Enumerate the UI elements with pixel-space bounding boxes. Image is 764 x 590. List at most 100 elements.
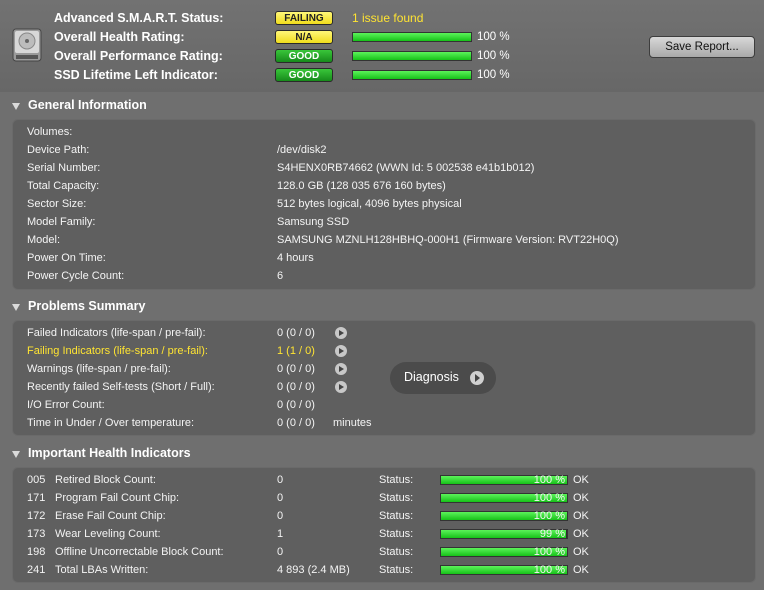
disclosure-triangle-icon[interactable] [12, 304, 20, 311]
indicator-row: 171 Program Fail Count Chip: 0 Status: 1… [27, 489, 747, 507]
problem-value: 0 (0 / 0) [277, 399, 315, 411]
problem-value: 0 (0 / 0) [277, 363, 315, 375]
ssd-lifetime-row: SSD Lifetime Left Indicator: GOOD 100 % [54, 67, 534, 83]
info-label: Power Cycle Count: [27, 270, 125, 282]
save-report-button[interactable]: Save Report... [649, 36, 755, 58]
problems-summary-header[interactable]: Problems Summary [0, 296, 764, 318]
health-rating-badge: N/A [275, 30, 333, 44]
info-label: Sector Size: [27, 198, 87, 210]
indicator-value: 0 [277, 546, 284, 558]
indicator-state: OK [573, 564, 589, 576]
disclosure-triangle-icon[interactable] [12, 451, 20, 458]
problem-value: 0 (0 / 0) [277, 417, 315, 429]
problem-label: Failing Indicators (life-span / pre-fail… [27, 345, 208, 357]
indicator-name: Retired Block Count: [55, 474, 156, 486]
status-label: Status: [379, 510, 414, 522]
problem-row-warnings: Warnings (life-span / pre-fail): 0 (0 / … [27, 360, 627, 378]
info-value: 512 bytes logical, 4096 bytes physical [277, 198, 462, 210]
issue-count-text: 1 issue found [352, 11, 424, 25]
smart-status-row: Advanced S.M.A.R.T. Status: FAILING 1 is… [54, 10, 534, 26]
performance-rating-percent: 100 % [477, 50, 510, 62]
info-label: Volumes: [27, 126, 73, 138]
info-value: SAMSUNG MZNLH128HBHQ-000H1 (Firmware Ver… [277, 234, 619, 246]
health-indicators-header[interactable]: Important Health Indicators [0, 443, 764, 465]
ssd-lifetime-badge: GOOD [275, 68, 333, 82]
problem-label: I/O Error Count: [27, 399, 105, 411]
indicator-id: 241 [27, 564, 46, 576]
problem-label: Failed Indicators (life-span / pre-fail)… [27, 327, 206, 339]
info-label: Device Path: [27, 144, 90, 156]
details-arrow-icon[interactable] [335, 345, 347, 357]
indicator-id: 172 [27, 510, 46, 522]
info-label: Serial Number: [27, 162, 101, 174]
problems-summary-title: Problems Summary [28, 299, 146, 313]
smart-status-header: Advanced S.M.A.R.T. Status: FAILING 1 is… [0, 0, 764, 92]
details-arrow-icon[interactable] [335, 381, 347, 393]
info-label: Model Family: [27, 216, 96, 228]
indicator-name: Offline Uncorrectable Block Count: [55, 546, 224, 558]
status-label: Status: [379, 492, 414, 504]
general-information-panel: Volumes: Device Path: /dev/disk2 Serial … [12, 119, 756, 290]
indicator-row: 198 Offline Uncorrectable Block Count: 0… [27, 543, 747, 561]
indicator-percent: 100 % [533, 492, 565, 504]
ssd-lifetime-bar [352, 70, 472, 80]
ssd-lifetime-percent: 100 % [477, 69, 510, 81]
performance-rating-badge: GOOD [275, 49, 333, 63]
indicator-percent: 100 % [533, 510, 565, 522]
disclosure-triangle-icon[interactable] [12, 103, 20, 110]
indicator-id: 173 [27, 528, 46, 540]
problem-label: Warnings (life-span / pre-fail): [27, 363, 171, 375]
health-rating-label: Overall Health Rating: [54, 30, 185, 44]
indicator-state: OK [573, 510, 589, 522]
hard-disk-icon [12, 28, 42, 62]
problem-row-failed-indicators: Failed Indicators (life-span / pre-fail)… [27, 324, 627, 342]
problem-value: 0 (0 / 0) [277, 381, 315, 393]
indicator-row: 173 Wear Leveling Count: 1 Status: 99 % … [27, 525, 747, 543]
info-label: Power On Time: [27, 252, 106, 264]
general-information-title: General Information [28, 98, 147, 112]
indicator-value: 0 [277, 474, 284, 486]
problem-row-io-errors: I/O Error Count: 0 (0 / 0) [27, 396, 627, 414]
status-label: Status: [379, 528, 414, 540]
indicator-state: OK [573, 528, 589, 540]
problem-label: Time in Under / Over temperature: [27, 417, 195, 429]
info-value: 6 [277, 270, 284, 282]
info-value: /dev/disk2 [277, 144, 327, 156]
health-rating-row: Overall Health Rating: N/A 100 % [54, 29, 534, 45]
info-value: 128.0 GB (128 035 676 160 bytes) [277, 180, 446, 192]
indicator-state: OK [573, 546, 589, 558]
indicator-row: 172 Erase Fail Count Chip: 0 Status: 100… [27, 507, 747, 525]
indicator-state: OK [573, 474, 589, 486]
status-label: Status: [379, 546, 414, 558]
problems-summary-panel: Failed Indicators (life-span / pre-fail)… [12, 320, 756, 436]
details-arrow-icon[interactable] [335, 327, 347, 339]
problem-row-failing-indicators: Failing Indicators (life-span / pre-fail… [27, 342, 627, 360]
indicator-name: Erase Fail Count Chip: [55, 510, 166, 522]
details-arrow-icon[interactable] [335, 363, 347, 375]
diagnosis-label: Diagnosis [404, 370, 459, 384]
indicator-percent: 100 % [533, 474, 565, 486]
indicator-name: Wear Leveling Count: [55, 528, 161, 540]
indicator-value: 1 [277, 528, 284, 540]
indicator-value: 0 [277, 492, 284, 504]
indicator-state: OK [573, 492, 589, 504]
info-label: Model: [27, 234, 61, 246]
ssd-lifetime-label: SSD Lifetime Left Indicator: [54, 68, 218, 82]
performance-rating-bar [352, 51, 472, 61]
general-information-header[interactable]: General Information [0, 95, 764, 117]
indicator-percent: 100 % [533, 546, 565, 558]
indicator-id: 005 [27, 474, 46, 486]
indicator-row: 241 Total LBAs Written: 4 893 (2.4 MB) S… [27, 561, 747, 579]
info-label: Total Capacity: [27, 180, 100, 192]
performance-rating-row: Overall Performance Rating: GOOD 100 % [54, 48, 534, 64]
diagnosis-button[interactable]: Diagnosis [390, 362, 496, 394]
health-indicators-title: Important Health Indicators [28, 446, 191, 460]
indicator-percent: 99 % [539, 528, 565, 540]
info-value: S4HENX0RB74662 (WWN Id: 5 002538 e41b1b0… [277, 162, 535, 174]
indicator-name: Total LBAs Written: [55, 564, 149, 576]
indicator-value: 0 [277, 510, 284, 522]
problem-value: 0 (0 / 0) [277, 327, 315, 339]
info-value: Samsung SSD [277, 216, 350, 228]
smart-status-label: Advanced S.M.A.R.T. Status: [54, 11, 224, 25]
problem-label: Recently failed Self-tests (Short / Full… [27, 381, 215, 393]
